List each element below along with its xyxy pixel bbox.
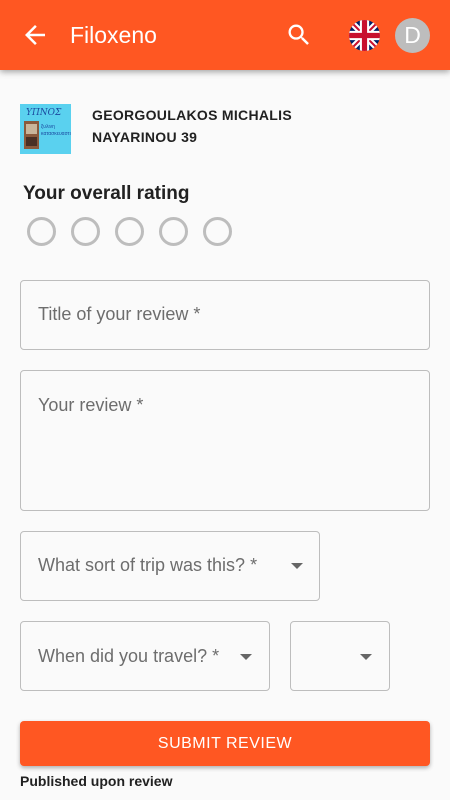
review-title-input[interactable]: Title of your review * — [20, 280, 430, 350]
uk-flag-icon[interactable] — [349, 20, 380, 51]
arrow-back-icon[interactable] — [20, 20, 50, 50]
travel-month-select[interactable]: When did you travel? * — [20, 621, 270, 691]
logo-text: ΥΠΝΟΣ — [26, 108, 62, 118]
rating-star-1[interactable] — [27, 217, 56, 246]
rating-label: Your overall rating — [23, 183, 190, 204]
review-title-placeholder: Title of your review * — [38, 304, 201, 324]
rating-star-5[interactable] — [203, 217, 232, 246]
trip-type-placeholder: What sort of trip was this? * — [38, 555, 258, 575]
review-text-input[interactable]: Your review * — [20, 370, 430, 511]
avatar[interactable]: D — [395, 18, 430, 53]
travel-month-placeholder: When did you travel? * — [38, 646, 220, 666]
search-icon[interactable] — [285, 21, 313, 49]
app-bar: Filoxeno D — [0, 0, 450, 70]
hotel-name: GEORGOULAKOS MICHALIS — [92, 107, 292, 123]
logo-image-icon — [24, 121, 39, 149]
chevron-down-icon — [360, 654, 372, 660]
publish-note: Published upon review — [20, 773, 173, 789]
submit-review-button[interactable]: SUBMIT REVIEW — [20, 721, 430, 766]
rating-star-2[interactable] — [71, 217, 100, 246]
hotel-address: NAYARINOU 39 — [92, 129, 198, 145]
rating-stars — [27, 217, 247, 246]
hotel-logo: ΥΠΝΟΣ ξυλινη κατασκευαστικη — [20, 104, 71, 154]
app-title: Filoxeno — [70, 22, 157, 48]
chevron-down-icon — [291, 563, 303, 569]
travel-year-select[interactable] — [290, 621, 390, 691]
trip-type-select[interactable]: What sort of trip was this? * — [20, 531, 320, 601]
review-text-placeholder: Your review * — [38, 395, 144, 415]
rating-star-4[interactable] — [159, 217, 188, 246]
rating-star-3[interactable] — [115, 217, 144, 246]
chevron-down-icon — [240, 654, 252, 660]
logo-subtext: ξυλινη κατασκευαστικη — [41, 124, 71, 137]
